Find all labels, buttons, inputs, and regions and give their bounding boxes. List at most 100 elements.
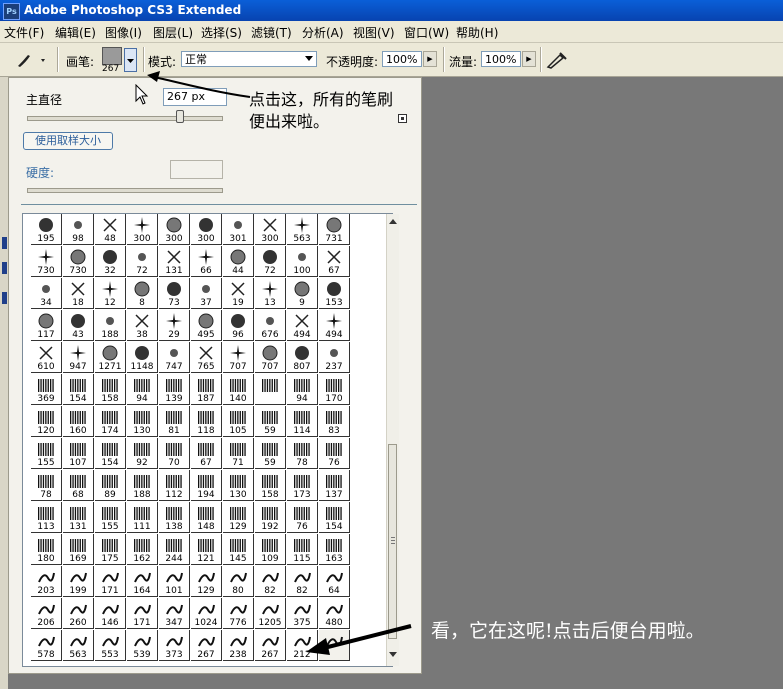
brush-preset-cell[interactable]: 66	[191, 246, 222, 277]
brush-preset-cell[interactable]: 114	[287, 406, 318, 437]
brush-preset-cell[interactable]: 94	[127, 374, 158, 405]
brush-preset-cell[interactable]: 163	[319, 534, 350, 565]
brush-preset-cell[interactable]: 83	[319, 406, 350, 437]
brush-preset-cell[interactable]: 731	[319, 214, 350, 245]
vertical-scrollbar[interactable]	[386, 214, 399, 666]
brush-preset-cell[interactable]: 563	[287, 214, 318, 245]
brush-preset-cell[interactable]: 107	[63, 438, 94, 469]
brush-preset-cell[interactable]: 96	[223, 310, 254, 341]
brush-preset-cell[interactable]: 121	[191, 534, 222, 565]
brush-preset-cell[interactable]: 131	[63, 502, 94, 533]
diameter-slider-track[interactable]	[27, 116, 223, 121]
brush-preset-cell[interactable]: 154	[63, 374, 94, 405]
menu-analysis[interactable]: 分析(A)	[302, 24, 344, 41]
brush-preset-cell[interactable]: 707	[223, 342, 254, 373]
flow-field[interactable]: 100%	[481, 51, 521, 67]
brush-preset-cell[interactable]: 238	[223, 630, 254, 661]
brush-preset-cell[interactable]: 300	[159, 214, 190, 245]
brush-preset-cell[interactable]: 112	[159, 470, 190, 501]
brush-preset-cell[interactable]: 776	[223, 598, 254, 629]
brush-preset-cell[interactable]: 9	[287, 278, 318, 309]
brush-preset-cell[interactable]: 169	[63, 534, 94, 565]
brush-preset-cell[interactable]: 78	[31, 470, 62, 501]
brush-preset-cell[interactable]: 1148	[127, 342, 158, 373]
brush-preset-cell[interactable]: 495	[191, 310, 222, 341]
brush-preset-cell[interactable]	[319, 630, 350, 661]
brush-preset-cell[interactable]: 131	[159, 246, 190, 277]
brush-preset-cell[interactable]: 175	[95, 534, 126, 565]
brush-preset-cell[interactable]: 67	[319, 246, 350, 277]
airbrush-icon[interactable]	[546, 51, 568, 69]
brush-preset-cell[interactable]: 1205	[255, 598, 286, 629]
brush-preset-cell[interactable]: 730	[63, 246, 94, 277]
brush-preset-cell[interactable]: 92	[127, 438, 158, 469]
brush-preset-cell[interactable]: 164	[127, 566, 158, 597]
brush-preset-cell[interactable]: 155	[95, 502, 126, 533]
brush-preset-cell[interactable]: 347	[159, 598, 190, 629]
brush-preset-cell[interactable]: 8	[127, 278, 158, 309]
brush-preset-cell[interactable]: 72	[127, 246, 158, 277]
brush-preset-cell[interactable]: 676	[255, 310, 286, 341]
brush-preset-cell[interactable]: 300	[127, 214, 158, 245]
brush-preset-cell[interactable]: 29	[159, 310, 190, 341]
brush-preset-cell[interactable]: 146	[95, 598, 126, 629]
brush-preset-cell[interactable]: 105	[223, 406, 254, 437]
brush-preset-cell[interactable]: 71	[223, 438, 254, 469]
brush-preset-cell[interactable]: 301	[223, 214, 254, 245]
brush-preset-cell[interactable]: 38	[127, 310, 158, 341]
brush-preset-cell[interactable]: 37	[191, 278, 222, 309]
opacity-field[interactable]: 100%	[382, 51, 422, 67]
brush-preset-cell[interactable]: 129	[191, 566, 222, 597]
brush-preset-cell[interactable]: 138	[159, 502, 190, 533]
menu-layer[interactable]: 图层(L)	[153, 24, 193, 41]
brush-preset-cell[interactable]: 160	[63, 406, 94, 437]
use-sample-size-button[interactable]: 使用取样大小	[23, 132, 113, 150]
brush-preset-cell[interactable]: 109	[255, 534, 286, 565]
brush-preset-cell[interactable]: 188	[95, 310, 126, 341]
brush-preset-cell[interactable]: 117	[31, 310, 62, 341]
brush-preset-cell[interactable]: 192	[255, 502, 286, 533]
brush-preset-cell[interactable]: 67	[191, 438, 222, 469]
diameter-field[interactable]: 267 px	[163, 88, 227, 106]
brush-preset-cell[interactable]: 59	[255, 438, 286, 469]
brush-preset-cell[interactable]: 765	[191, 342, 222, 373]
brush-preset-cell[interactable]: 154	[319, 502, 350, 533]
diameter-slider-thumb[interactable]	[176, 110, 184, 123]
brush-preset-cell[interactable]: 43	[63, 310, 94, 341]
brush-preset-cell[interactable]: 171	[95, 566, 126, 597]
brush-preset-cell[interactable]: 480	[319, 598, 350, 629]
flow-arrow-button[interactable]: ▶	[522, 51, 536, 67]
brush-preset-cell[interactable]: 113	[31, 502, 62, 533]
brush-preset-cell[interactable]: 199	[63, 566, 94, 597]
mode-select[interactable]: 正常	[181, 51, 317, 67]
brush-preset-cell[interactable]: 1024	[191, 598, 222, 629]
menu-window[interactable]: 窗口(W)	[404, 24, 449, 41]
brush-preset-cell[interactable]: 300	[191, 214, 222, 245]
brush-preset-cell[interactable]: 194	[191, 470, 222, 501]
brush-preset-cell[interactable]: 494	[287, 310, 318, 341]
brush-preset-cell[interactable]: 158	[95, 374, 126, 405]
brush-preset-cell[interactable]: 140	[223, 374, 254, 405]
brush-preset-cell[interactable]: 162	[127, 534, 158, 565]
brush-preset-cell[interactable]: 153	[319, 278, 350, 309]
brush-preset-cell[interactable]: 80	[223, 566, 254, 597]
brush-preset-cell[interactable]: 145	[223, 534, 254, 565]
brush-preset-cell[interactable]: 32	[95, 246, 126, 277]
menu-select[interactable]: 选择(S)	[201, 24, 242, 41]
brush-preset-cell[interactable]: 76	[319, 438, 350, 469]
brush-preset-cell[interactable]: 130	[127, 406, 158, 437]
brush-preset-cell[interactable]: 267	[255, 630, 286, 661]
brush-preset-cell[interactable]: 115	[287, 534, 318, 565]
scrollbar-thumb[interactable]	[388, 444, 397, 639]
brush-preset-cell[interactable]: 206	[31, 598, 62, 629]
brush-preset-cell[interactable]: 118	[191, 406, 222, 437]
brush-preset-cell[interactable]: 369	[31, 374, 62, 405]
brush-preset-cell[interactable]: 12	[95, 278, 126, 309]
brush-preset-cell[interactable]: 610	[31, 342, 62, 373]
brush-preset-cell[interactable]: 807	[287, 342, 318, 373]
panel-menu-icon[interactable]	[398, 114, 407, 123]
brush-preset-cell[interactable]: 101	[159, 566, 190, 597]
brush-preset-cell[interactable]: 730	[31, 246, 62, 277]
menu-help[interactable]: 帮助(H)	[456, 24, 498, 41]
opacity-arrow-button[interactable]: ▶	[423, 51, 437, 67]
